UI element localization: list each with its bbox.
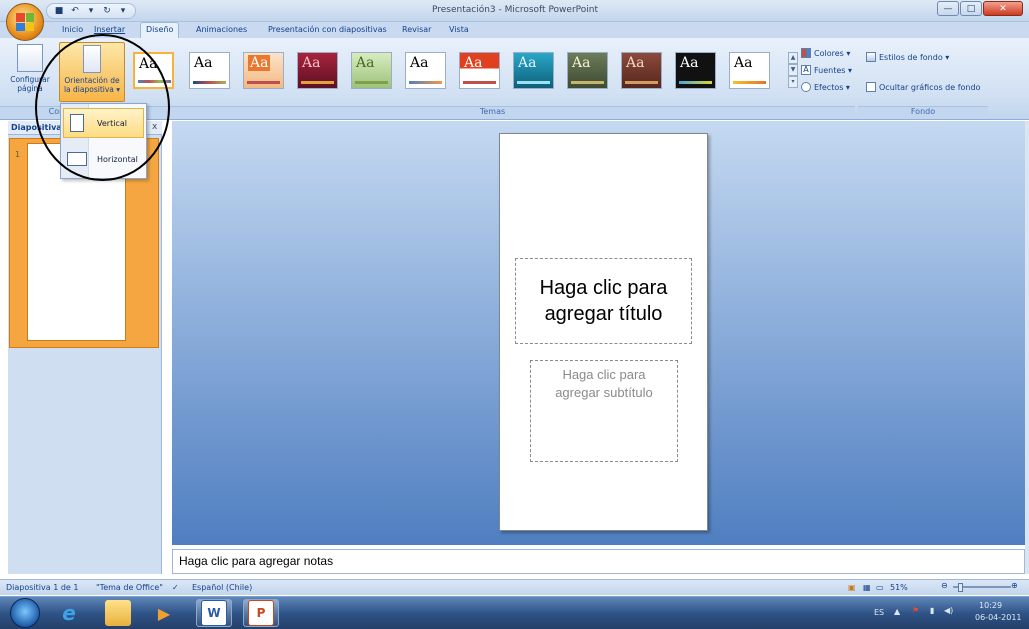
more-themes-icon[interactable]: ▾ <box>788 76 798 88</box>
theme-8[interactable]: Aa <box>513 52 554 89</box>
word-icon: W <box>201 600 227 626</box>
save-icon[interactable]: ■ <box>53 5 65 17</box>
battery-icon[interactable]: ▮ <box>930 606 934 615</box>
powerpoint-icon: P <box>248 600 274 626</box>
theme-3[interactable]: Aa <box>243 52 284 89</box>
clock-time[interactable]: 10:29 <box>979 601 1002 610</box>
background-group-label: Fondo <box>858 106 988 119</box>
zoom-slider-handle[interactable] <box>958 583 963 592</box>
volume-icon[interactable]: ◀) <box>944 606 953 615</box>
maximize-button[interactable]: □ <box>960 1 982 16</box>
file-explorer-icon[interactable] <box>105 600 131 626</box>
theme-11[interactable]: Aa <box>675 52 716 89</box>
hide-background-graphics-checkbox[interactable]: Ocultar gráficos de fondo <box>866 82 980 92</box>
page-setup-icon <box>17 44 43 72</box>
slide-orientation-button[interactable]: Orientación de la diapositiva ▾ <box>59 42 125 102</box>
undo-icon[interactable]: ↶ <box>69 5 81 17</box>
theme-6[interactable]: Aa <box>405 52 446 89</box>
status-bar: Diapositiva 1 de 1 "Tema de Office" ✓ Es… <box>0 579 1029 595</box>
scroll-up-icon[interactable]: ▲ <box>788 52 798 64</box>
colors-icon <box>801 48 811 58</box>
spell-check-icon[interactable]: ✓ <box>172 583 179 592</box>
fonts-button[interactable]: A Fuentes ▾ <box>801 65 852 75</box>
notes-pane[interactable]: Haga clic para agregar notas <box>172 549 1025 574</box>
checkbox-icon <box>866 82 876 92</box>
tab-presentacion[interactable]: Presentación con diapositivas <box>268 25 387 34</box>
window-title: Presentación3 - Microsoft PowerPoint <box>431 5 598 15</box>
background-styles-button[interactable]: Estilos de fondo ▾ <box>866 52 949 62</box>
zoom-out-icon[interactable]: ⊖ <box>941 581 948 590</box>
themes-scroll[interactable]: ▲ ▼ ▾ <box>788 52 798 89</box>
language-status[interactable]: Español (Chile) <box>192 583 252 592</box>
slide-sorter-icon[interactable]: ▦ <box>863 583 871 592</box>
landscape-page-icon <box>67 152 87 166</box>
theme-5[interactable]: Aa <box>351 52 392 89</box>
orientation-vertical-option[interactable]: Vertical <box>63 108 144 138</box>
background-styles-icon <box>866 52 876 62</box>
show-hidden-icons-icon[interactable]: ▲ <box>894 607 900 616</box>
media-player-icon[interactable]: ▶ <box>151 600 177 626</box>
theme-7[interactable]: Aa <box>459 52 500 89</box>
tab-revisar[interactable]: Revisar <box>402 25 431 34</box>
tab-insertar[interactable]: Insertar <box>94 25 125 34</box>
effects-icon <box>801 82 811 92</box>
system-tray: ES ▲ ⚑ ▮ ◀) 10:29 06-04-2011 <box>872 599 1029 627</box>
subtitle-placeholder[interactable]: Haga clic para agregar subtítulo <box>530 360 678 462</box>
clock-date[interactable]: 06-04-2011 <box>975 613 1022 622</box>
minimize-button[interactable]: — <box>937 1 959 16</box>
theme-10[interactable]: Aa <box>621 52 662 89</box>
office-logo-icon <box>16 13 34 31</box>
page-setup-button[interactable]: Configurar página <box>4 42 56 102</box>
normal-view-icon[interactable]: ▣ <box>848 583 856 592</box>
pane-close-icon[interactable]: x <box>152 122 157 132</box>
start-button-icon[interactable] <box>10 598 40 628</box>
zoom-in-icon[interactable]: ⊕ <box>1011 581 1018 590</box>
internet-explorer-icon[interactable]: e <box>56 600 82 626</box>
theme-4[interactable]: Aa <box>297 52 338 89</box>
orientation-icon <box>83 45 101 73</box>
scroll-down-icon[interactable]: ▼ <box>788 64 798 76</box>
redo-icon[interactable]: ↻ <box>101 5 113 17</box>
colors-button[interactable]: Colores ▾ <box>801 48 850 58</box>
tab-slides[interactable]: Diapositiva <box>11 123 62 132</box>
theme-9[interactable]: Aa <box>567 52 608 89</box>
tab-diseno[interactable]: Diseño <box>140 22 180 38</box>
theme-2[interactable]: Aa <box>189 52 230 89</box>
effects-button[interactable]: Efectos ▾ <box>801 82 850 92</box>
language-indicator[interactable]: ES <box>874 608 884 617</box>
slideshow-icon[interactable]: ▭ <box>876 583 884 592</box>
theme-12[interactable]: Aa <box>729 52 770 89</box>
ribbon-tabs: Inicio Insertar Diseño Animaciones Prese… <box>0 22 1029 38</box>
network-icon[interactable]: ⚑ <box>912 606 919 615</box>
zoom-level[interactable]: 51% <box>890 583 908 592</box>
slide-info: Diapositiva 1 de 1 <box>6 583 79 592</box>
theme-name: "Tema de Office" <box>96 583 163 592</box>
vertical-scrollbar[interactable] <box>1025 121 1029 574</box>
fonts-icon: A <box>801 65 811 75</box>
office-button[interactable] <box>6 3 44 41</box>
dropdown-arrow-icon[interactable]: ▾ <box>85 5 97 17</box>
theme-office[interactable]: Aa <box>133 52 174 89</box>
customize-qat-icon[interactable]: ▾ <box>117 5 129 17</box>
title-placeholder[interactable]: Haga clic para agregar título <box>515 258 692 344</box>
close-button[interactable]: ✕ <box>983 1 1023 16</box>
window-controls: — □ ✕ <box>937 1 1023 16</box>
portrait-page-icon <box>70 114 84 132</box>
ribbon: Configurar página Orientación de la diap… <box>0 38 1029 120</box>
themes-group-label: Temas <box>130 106 855 119</box>
orientation-dropdown: Vertical Horizontal <box>60 103 147 179</box>
tab-animaciones[interactable]: Animaciones <box>196 25 247 34</box>
quick-access-toolbar: ■ ↶ ▾ ↻ ▾ <box>46 3 136 19</box>
tab-vista[interactable]: Vista <box>449 25 469 34</box>
orientation-horizontal-option[interactable]: Horizontal <box>63 144 144 174</box>
slide-number: 1 <box>15 150 21 159</box>
tab-inicio[interactable]: Inicio <box>62 25 83 34</box>
